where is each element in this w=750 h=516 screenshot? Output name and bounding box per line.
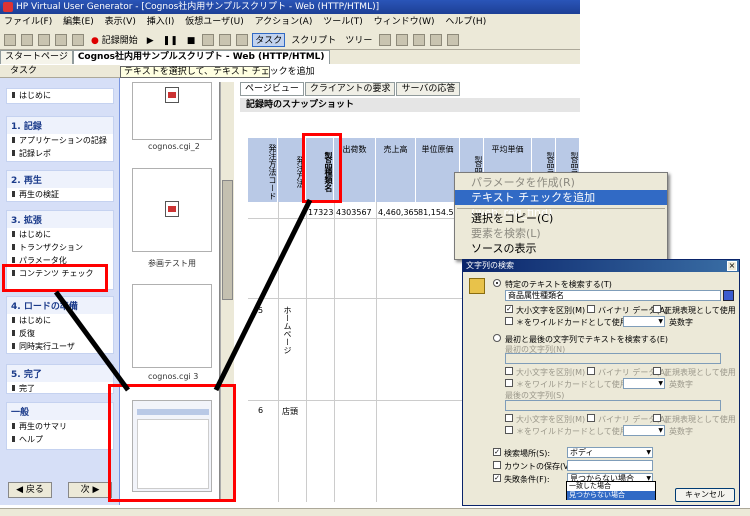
radio-boundaries[interactable] [493,334,501,342]
menu-add-text-check[interactable]: テキスト チェックを追加 (web_reg_find) [455,190,667,219]
find-string-dialog: 文字列の検索 × 特定のテキストを検索する(T) 商品属性種類名 ✓ 大小文字を… [462,259,740,506]
menu-view-source[interactable]: ソースの表示 [455,241,667,256]
connector-line-2 [213,198,313,392]
label-scope: 検索場所(S): [504,449,551,458]
label-specific-text: 特定のテキストを検索する(T) [505,280,612,289]
check-fail[interactable]: ✓ [493,474,501,482]
check-binary-right[interactable] [587,414,595,422]
status-bar [0,508,750,516]
check-regex[interactable] [653,305,661,313]
label-wildcard-right: ＊をワイルドカードとして使用 [516,427,628,436]
cancel-button[interactable]: キャンセル [675,488,735,502]
label-regex-left: 正規表現として使用 [664,368,736,377]
label-case-right: 大小文字を区別(M) [516,415,586,424]
check-save-count[interactable] [493,461,501,469]
label-alnum-left: 英数字 [669,380,693,389]
label-save-count: カウントの保存(V): [504,462,575,471]
left-boundary-input[interactable] [505,353,721,364]
check-wildcard[interactable] [505,317,513,325]
wildcard-select-right[interactable] [623,425,665,436]
label-wildcard-left: ＊をワイルドカードとして使用 [516,380,628,389]
label-fail: 失敗条件(F): [504,475,550,484]
menu-create-parameter[interactable]: パラメータを作成(R) [455,175,667,190]
search-text-input[interactable]: 商品属性種類名 [505,290,721,301]
check-case-left[interactable] [505,367,513,375]
binoculars-icon [469,278,485,294]
label-case-left: 大小文字を区別(M) [516,368,586,377]
menu-copy-selection[interactable]: 選択をコピー(C) [455,211,667,226]
check-regex-left[interactable] [653,367,661,375]
context-menu: パラメータを作成(R) テキスト チェックを追加 (web_reg_find) … [454,172,668,260]
dropdown-option-not-found[interactable]: 見つからない場合 [567,491,655,500]
menu-separator [457,208,665,209]
right-boundary-input[interactable] [505,400,721,411]
check-case-right[interactable] [505,414,513,422]
dialog-title-text: 文字列の検索 [466,261,514,270]
check-case[interactable]: ✓ [505,305,513,313]
close-icon[interactable]: × [727,261,737,271]
check-wildcard-left[interactable] [505,379,513,387]
label-case: 大小文字を区別(M) [516,306,586,315]
check-scope[interactable]: ✓ [493,448,501,456]
fail-dropdown-list: 一致した場合 見つからない場合 [566,481,656,500]
menu-find-element[interactable]: 要素を検索(L) [455,226,667,241]
check-binary-left[interactable] [587,367,595,375]
label-alnum: 英数字 [669,318,693,327]
check-wildcard-right[interactable] [505,426,513,434]
scope-select[interactable]: ボディ [567,447,653,458]
label-alnum-right: 英数字 [669,427,693,436]
save-count-input[interactable] [567,460,653,471]
label-regex: 正規表現として使用 [664,306,736,315]
param-icon[interactable] [723,290,734,301]
dropdown-option-found[interactable]: 一致した場合 [567,482,655,491]
check-regex-right[interactable] [653,414,661,422]
wildcard-select[interactable] [623,316,665,327]
dialog-title: 文字列の検索 × [463,260,739,272]
radio-specific-text[interactable] [493,279,501,287]
check-binary[interactable] [587,305,595,313]
wildcard-select-left[interactable] [623,378,665,389]
label-regex-right: 正規表現として使用 [664,415,736,424]
connector-line-1 [53,290,131,392]
label-wildcard: ＊をワイルドカードとして使用 [516,318,628,327]
